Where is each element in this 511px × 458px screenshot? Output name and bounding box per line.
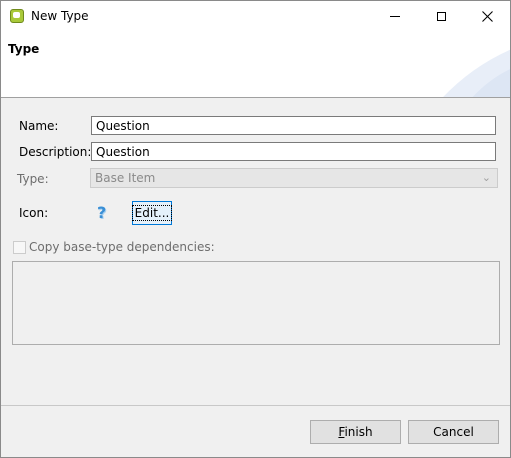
banner-decoration [442, 49, 510, 98]
description-label: Description: [19, 145, 92, 159]
footer-separator [1, 405, 510, 406]
type-select[interactable]: Base Item ⌄ [90, 168, 498, 188]
finish-button[interactable]: Finish [310, 420, 401, 444]
maximize-icon [436, 12, 446, 21]
name-field[interactable]: Question [91, 116, 496, 135]
app-chat-icon [10, 9, 24, 23]
title-bar: New Type [1, 1, 510, 32]
cancel-button[interactable]: Cancel [408, 420, 499, 444]
question-mark-icon: ? [97, 203, 107, 222]
description-field[interactable]: Question [91, 142, 496, 161]
minimize-icon [390, 16, 400, 17]
icon-label: Icon: [19, 206, 49, 220]
type-select-value: Base Item [95, 171, 156, 185]
finish-button-label: Finish [338, 425, 373, 439]
page-title: Type [8, 42, 40, 56]
dependencies-list[interactable] [12, 261, 500, 345]
copy-dependencies-label: Copy base-type dependencies: [29, 240, 215, 254]
edit-icon-button[interactable]: Edit... [131, 201, 173, 225]
cancel-button-label: Cancel [433, 425, 474, 439]
edit-button-label: Edit... [131, 205, 173, 221]
chevron-down-icon: ⌄ [481, 171, 491, 184]
new-type-dialog: New Type Type Name: Question Description… [0, 0, 511, 458]
minimize-button[interactable] [372, 1, 418, 32]
window-title: New Type [31, 9, 89, 23]
maximize-button[interactable] [418, 1, 464, 32]
wizard-banner: Type [1, 32, 510, 98]
type-label: Type: [17, 172, 49, 186]
copy-dependencies-checkbox[interactable] [13, 241, 26, 254]
close-button[interactable] [464, 1, 510, 32]
close-icon [481, 11, 493, 22]
banner-separator [1, 97, 510, 98]
name-label: Name: [19, 119, 59, 133]
